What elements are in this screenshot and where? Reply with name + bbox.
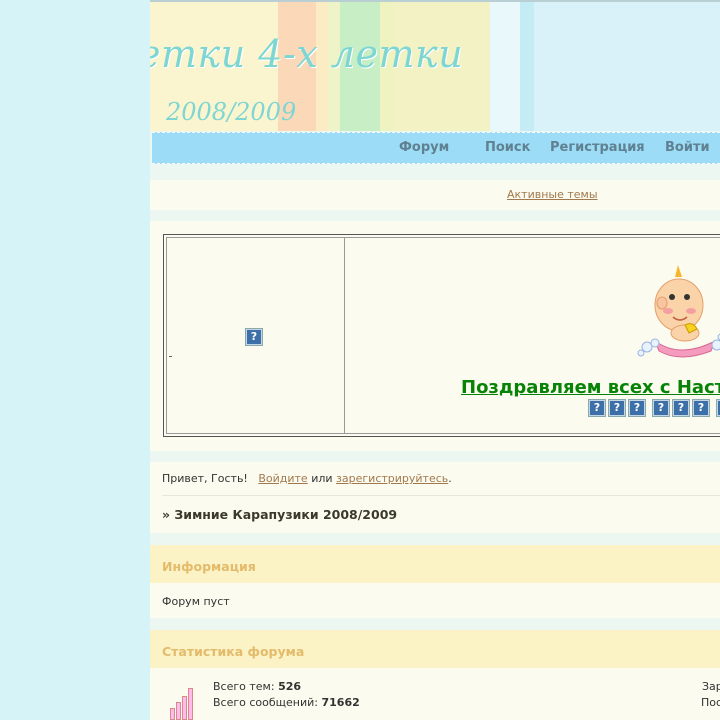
nav-login[interactable]: Войти	[665, 140, 710, 155]
smiley-icon-5: ?	[672, 399, 690, 417]
breadcrumb[interactable]: » Зимние Карапузики 2008/2009	[162, 507, 397, 522]
stats-right-2: Пос	[701, 696, 720, 709]
stats-messages: Всего сообщений: 71662	[213, 696, 360, 709]
stats-messages-value: 71662	[321, 696, 360, 709]
stats-messages-label: Всего сообщений:	[213, 696, 318, 709]
nav-forum[interactable]: Форум	[399, 140, 449, 155]
stats-header: Статистика форума	[150, 630, 720, 668]
announcement-box: ? Поздравляем всех с Наст ? ? ? ? ? ?	[150, 221, 720, 451]
register-link[interactable]: зарегистрируйтесь	[336, 472, 448, 485]
site-title: етки 4-х летки	[150, 32, 464, 76]
stats-topics-value: 526	[278, 680, 302, 693]
page: етки 4-х летки 2008/2009 Форум Поиск Рег…	[150, 0, 720, 720]
active-topics-box: Активные темы	[150, 180, 720, 210]
divider	[162, 495, 720, 496]
smiley-icon-4: ?	[652, 399, 670, 417]
period-text: .	[448, 472, 452, 485]
active-topics-link[interactable]: Активные темы	[507, 188, 598, 201]
welcome-box: Привет, Гость! Войдите или зарегистрируй…	[150, 462, 720, 533]
info-text: Форум пуст	[162, 595, 230, 608]
announcement-table: ? Поздравляем всех с Наст ? ? ? ? ? ?	[163, 234, 720, 437]
nav-bar: Форум Поиск Регистрация Войти	[152, 132, 720, 164]
stats-chart-icon	[170, 678, 194, 720]
login-link[interactable]: Войдите	[258, 472, 307, 485]
nav-search[interactable]: Поиск	[485, 140, 530, 155]
greeting-text: Привет, Гость!	[162, 472, 248, 485]
smiley-icon-2: ?	[608, 399, 626, 417]
stats-right-1: Зар	[702, 680, 720, 693]
smiley-icon-6: ?	[692, 399, 710, 417]
stats-section: Статистика форума Всего тем: 526 Всего с…	[150, 630, 720, 720]
stats-topics-label: Всего тем:	[213, 680, 275, 693]
stats-topics: Всего тем: 526	[213, 680, 301, 693]
congrats-link[interactable]: Поздравляем всех с Наст	[461, 377, 720, 398]
info-title: Информация	[162, 559, 256, 574]
greeting-line: Привет, Гость! Войдите или зарегистрируй…	[162, 472, 452, 485]
stats-title: Статистика форума	[162, 644, 305, 659]
broken-image-icon: ?	[245, 328, 263, 346]
smiley-icon-3: ?	[628, 399, 646, 417]
baby-in-bath-image	[637, 265, 720, 358]
header-banner: етки 4-х летки 2008/2009	[150, 0, 720, 131]
site-years: 2008/2009	[166, 98, 297, 126]
smiley-icon-1: ?	[588, 399, 606, 417]
nav-register[interactable]: Регистрация	[550, 140, 645, 155]
info-section: Информация Форум пуст	[150, 545, 720, 618]
or-text: или	[311, 472, 333, 485]
info-header: Информация	[150, 545, 720, 583]
